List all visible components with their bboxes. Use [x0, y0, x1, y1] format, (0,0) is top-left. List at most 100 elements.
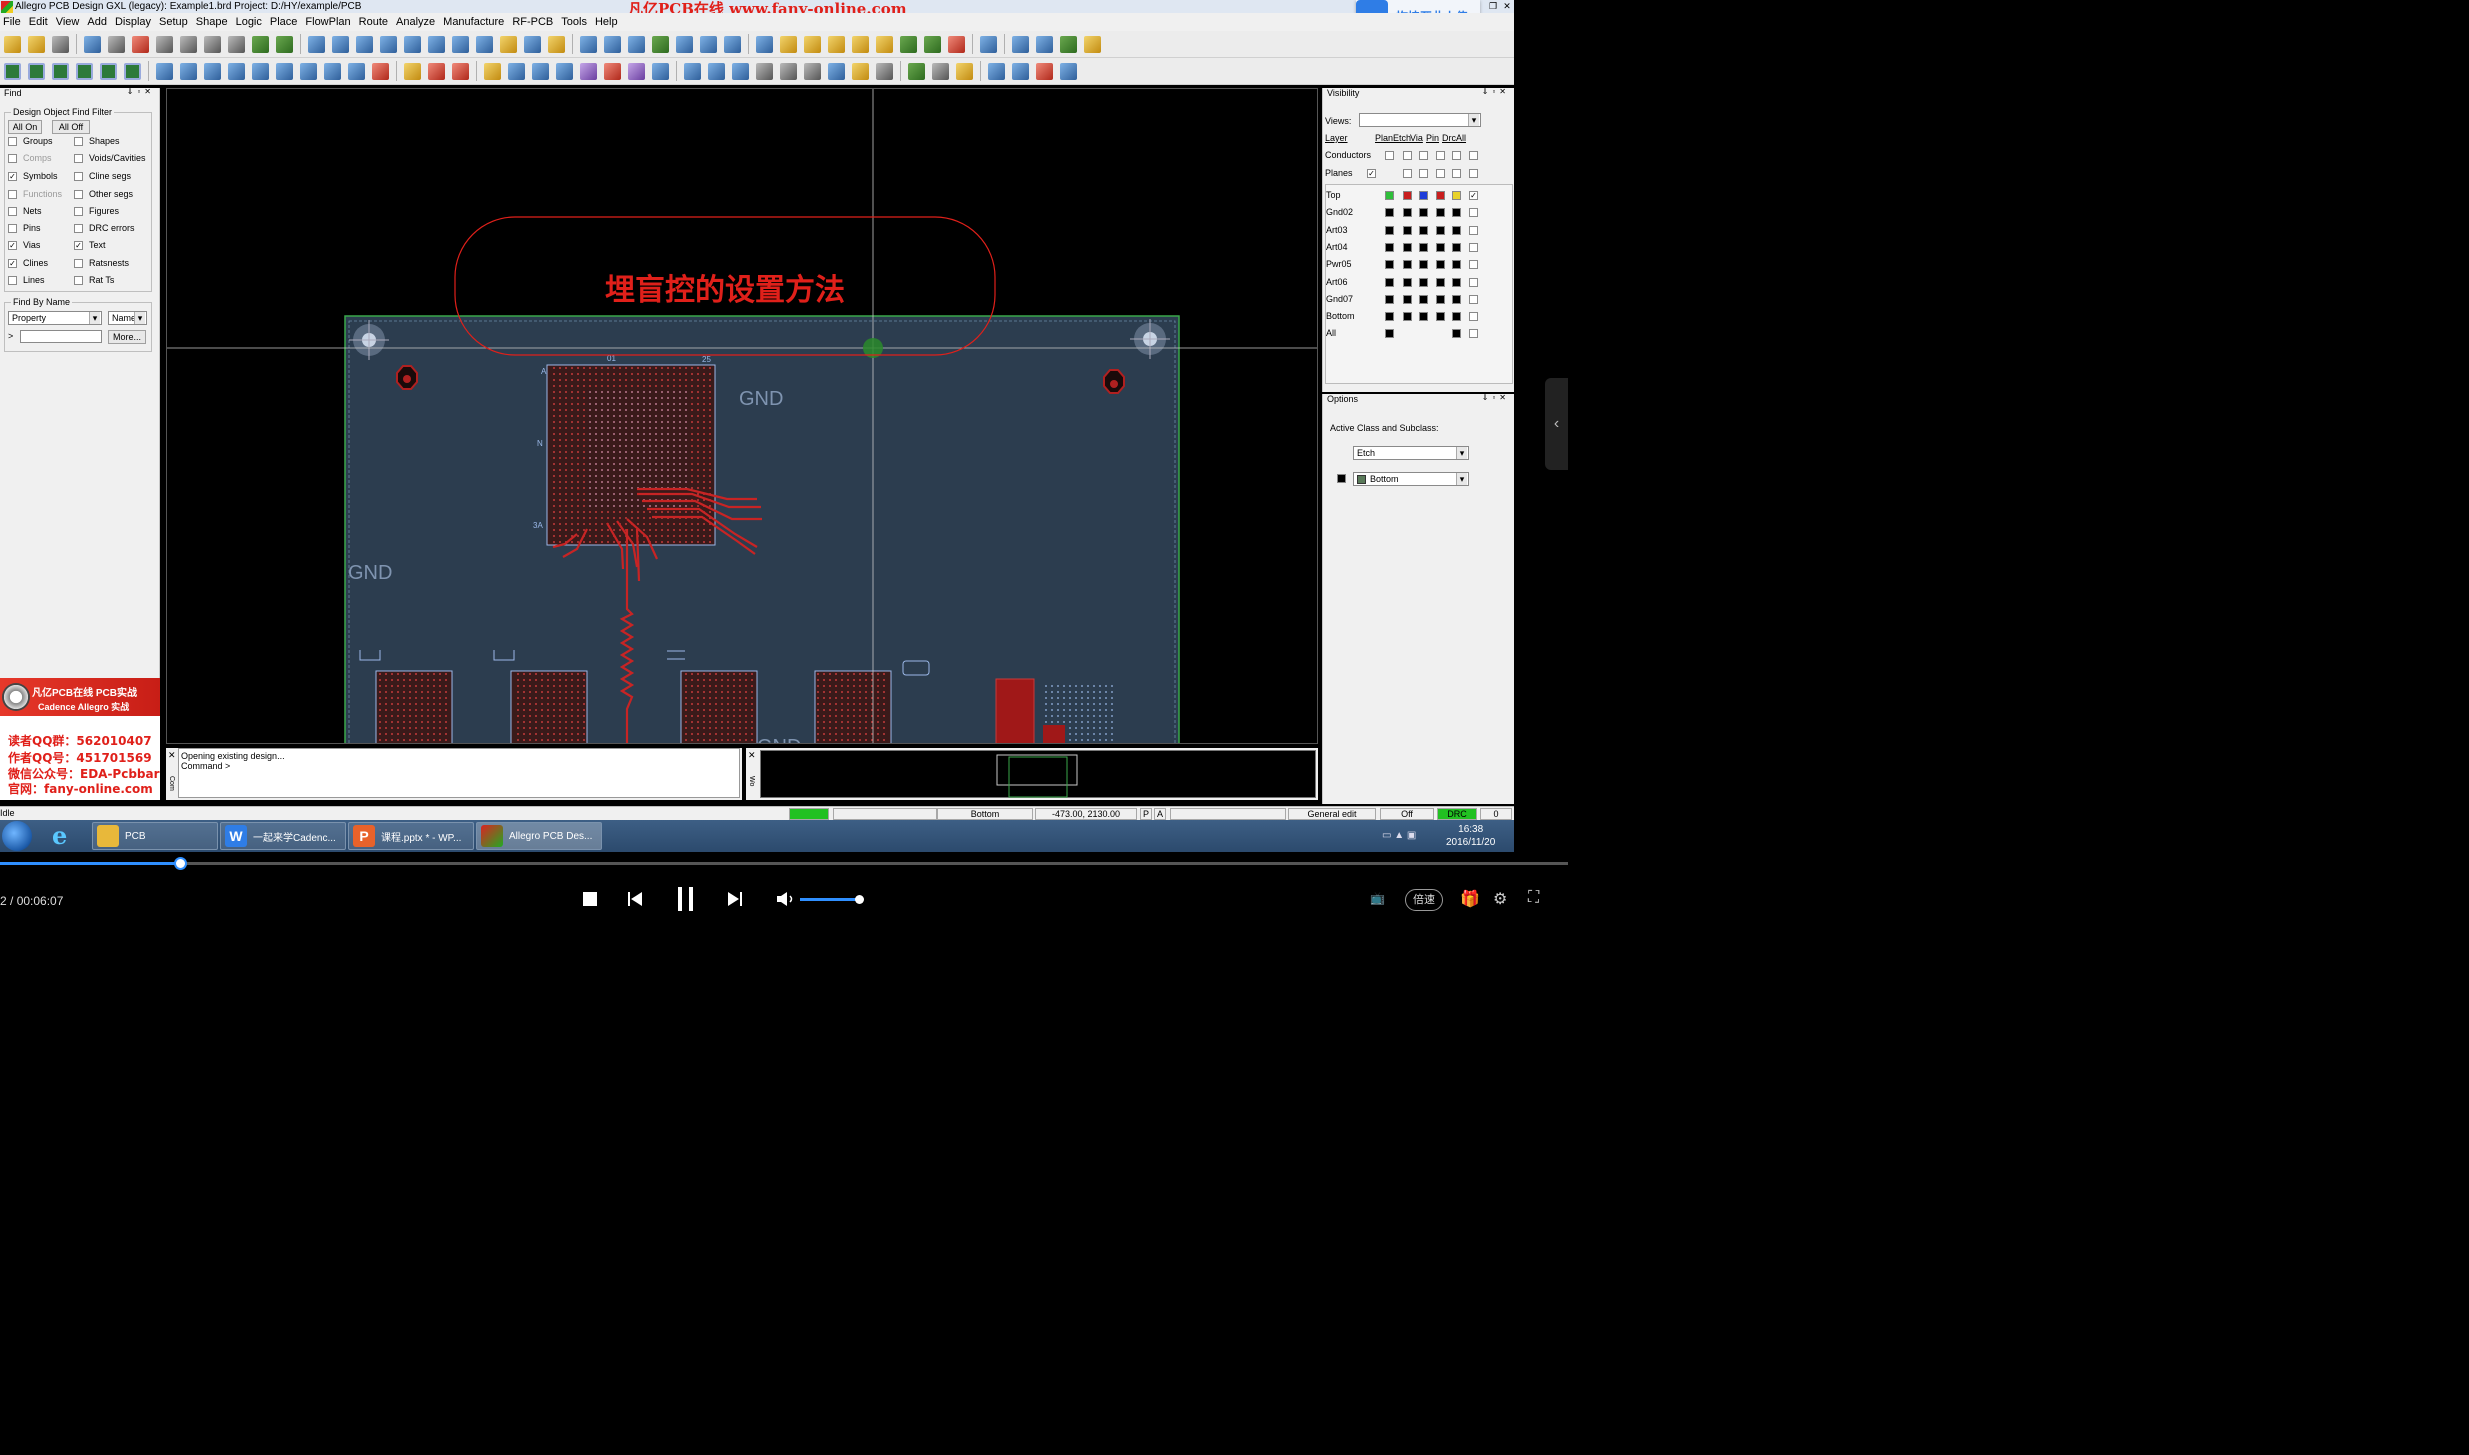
gift-icon[interactable]: 🎁	[1460, 889, 1480, 909]
layer-color-swatch[interactable]	[1403, 277, 1412, 287]
layer-color-swatch[interactable]	[1403, 242, 1412, 252]
start-button[interactable]	[2, 821, 32, 851]
artwork-icon[interactable]	[908, 62, 925, 80]
visibility-checkbox[interactable]	[1436, 151, 1445, 160]
info-icon[interactable]	[756, 35, 773, 53]
zoom-world-icon[interactable]	[476, 35, 493, 53]
visibility-col-via[interactable]: Via	[1410, 133, 1423, 143]
layer-color-swatch[interactable]	[1385, 208, 1394, 218]
windows-icon[interactable]	[988, 62, 1005, 80]
color-icon[interactable]	[548, 35, 565, 53]
menu-route[interactable]: Route	[356, 16, 393, 28]
layer-color-swatch[interactable]	[1436, 225, 1445, 235]
layer-color-swatch[interactable]	[1469, 260, 1478, 270]
zoom-window-icon[interactable]	[356, 35, 373, 53]
find-name-input[interactable]	[20, 330, 102, 343]
close-icon[interactable]: ✕	[1500, 0, 1514, 12]
layer-color-swatch[interactable]	[1385, 225, 1394, 235]
layer-color-swatch[interactable]: ✓	[1469, 191, 1478, 200]
layer-color-swatch[interactable]	[1452, 225, 1461, 235]
place-icon[interactable]	[404, 62, 421, 80]
visibility-checkbox[interactable]: ✓	[1367, 169, 1376, 178]
task-pcb-folder[interactable]: PCB	[92, 822, 218, 850]
layer-color-swatch[interactable]	[1436, 260, 1445, 270]
visibility-checkbox[interactable]	[1419, 169, 1428, 178]
wave-icon[interactable]	[980, 35, 997, 53]
find-filter-symbols[interactable]: ✓ Symbols	[8, 171, 58, 181]
spread-icon[interactable]	[604, 62, 621, 80]
visibility-checkbox[interactable]	[1452, 151, 1461, 160]
pin-icon[interactable]	[276, 35, 293, 53]
volume-bar[interactable]	[800, 898, 860, 901]
task-wps-presentation[interactable]: P 课程.pptx * - WP...	[348, 822, 474, 850]
all-on-button[interactable]: All On	[8, 120, 42, 134]
property-select[interactable]: Property	[8, 311, 102, 325]
visibility-checkbox[interactable]	[1469, 169, 1478, 178]
find-filter-groups[interactable]: Groups	[8, 136, 53, 146]
layer-color-swatch[interactable]	[1469, 242, 1478, 252]
worldview-close-icon[interactable]: ✕	[748, 750, 756, 761]
menu-file[interactable]: File	[0, 16, 26, 28]
status-a-button[interactable]: A	[1154, 808, 1166, 820]
cross-section-icon[interactable]	[780, 62, 797, 80]
visibility-checkbox[interactable]	[1403, 169, 1412, 178]
3d-view-icon[interactable]	[524, 35, 541, 53]
constraint-icon[interactable]	[828, 62, 845, 80]
visibility-checkbox[interactable]	[1469, 151, 1478, 160]
plan-icon[interactable]	[676, 35, 693, 53]
dimension-linear-icon[interactable]	[452, 62, 469, 80]
void-element-icon[interactable]	[348, 62, 365, 80]
speed-button[interactable]: 倍速	[1405, 889, 1443, 911]
shape-poly-icon[interactable]	[156, 62, 173, 80]
find-filter-pins[interactable]: Pins	[8, 223, 41, 233]
menu-analyze[interactable]: Analyze	[393, 16, 440, 28]
find-filter-other-segs[interactable]: Other segs	[74, 189, 133, 199]
find-filter-rat-ts[interactable]: Rat Ts	[74, 275, 114, 285]
measure-icon[interactable]	[804, 35, 821, 53]
console-close-icon[interactable]: ✕	[168, 750, 176, 761]
layer-3-icon[interactable]	[52, 62, 69, 80]
settings-gear-icon[interactable]: ⚙	[1493, 889, 1507, 909]
layer-color-swatch[interactable]	[1452, 260, 1461, 270]
table-icon[interactable]	[700, 35, 717, 53]
menu-place[interactable]: Place	[267, 16, 303, 28]
layer-color-swatch[interactable]	[1419, 312, 1428, 322]
manual-void-icon[interactable]	[252, 62, 269, 80]
shape-rect-icon[interactable]	[180, 62, 197, 80]
world-view-map[interactable]	[760, 750, 1316, 798]
tray-icons[interactable]: ▭ ▲ ▣	[1382, 830, 1416, 841]
layer-color-swatch[interactable]	[1419, 277, 1428, 287]
void-poly-icon[interactable]	[324, 62, 341, 80]
previous-icon[interactable]	[627, 891, 643, 907]
open-folder-icon[interactable]	[28, 35, 45, 53]
layer-color-swatch[interactable]	[1436, 312, 1445, 322]
find-filter-nets[interactable]: Nets	[8, 206, 42, 216]
find-filter-text[interactable]: ✓ Text	[74, 240, 106, 250]
find-filter-vias[interactable]: ✓ Vias	[8, 240, 40, 250]
void-circle-icon[interactable]	[276, 62, 293, 80]
menu-logic[interactable]: Logic	[233, 16, 267, 28]
layer-6-icon[interactable]	[124, 62, 141, 80]
battery-icon[interactable]	[956, 62, 973, 80]
layer-color-swatch[interactable]	[1385, 191, 1394, 200]
layer-color-swatch[interactable]	[1403, 294, 1412, 304]
visibility-col-pin[interactable]: Pin	[1426, 133, 1439, 143]
delete-icon[interactable]	[132, 35, 149, 53]
menu-rf-pcb[interactable]: RF-PCB	[509, 16, 558, 28]
layer-color-swatch[interactable]	[1452, 242, 1461, 252]
layer-color-swatch[interactable]	[1469, 225, 1478, 235]
new-file-icon[interactable]	[4, 35, 21, 53]
layer-color-swatch[interactable]	[1436, 277, 1445, 287]
layer-color-swatch[interactable]	[1469, 277, 1478, 287]
layer-color-swatch[interactable]	[1419, 208, 1428, 218]
shape-edit-icon[interactable]	[1060, 35, 1077, 53]
layer-color-swatch[interactable]	[1403, 208, 1412, 218]
redo-icon[interactable]	[180, 35, 197, 53]
layer-color-swatch[interactable]	[1452, 277, 1461, 287]
fullscreen-icon[interactable]: ⛶	[1528, 889, 1539, 907]
menu-manufacture[interactable]: Manufacture	[440, 16, 509, 28]
views-select[interactable]	[1359, 113, 1481, 127]
layer-color-swatch[interactable]	[1452, 329, 1461, 339]
find-filter-clines[interactable]: ✓ Clines	[8, 258, 48, 268]
report-icon[interactable]	[780, 35, 797, 53]
